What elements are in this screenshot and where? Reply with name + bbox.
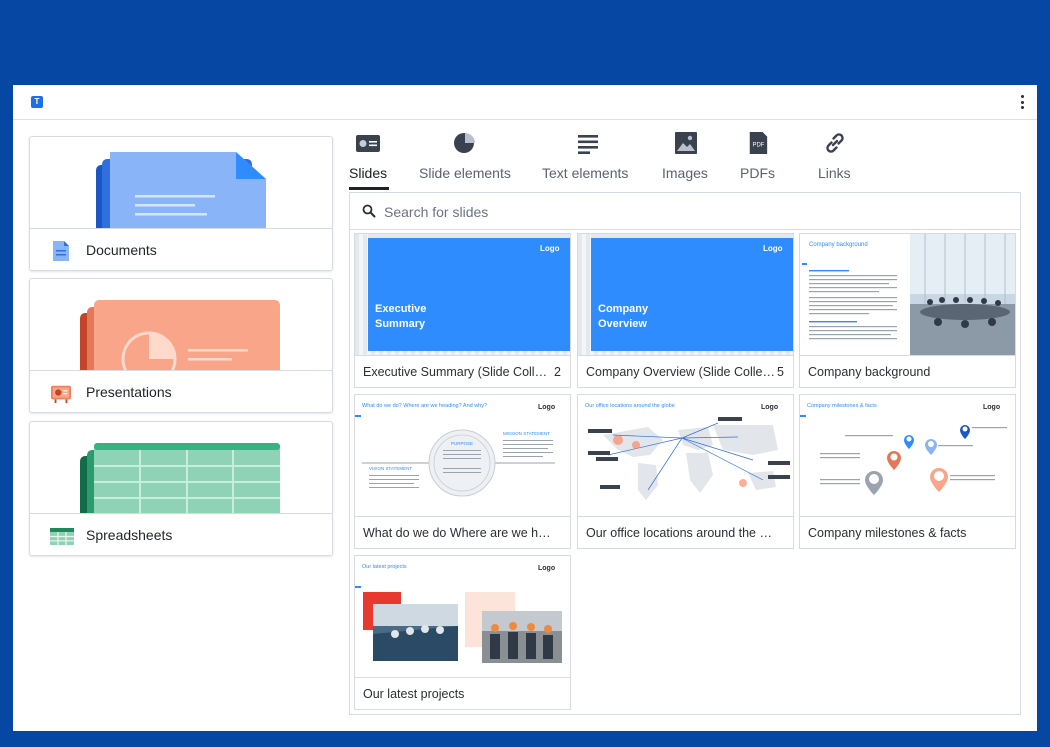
search-input[interactable] [384, 201, 984, 223]
presentations-illustration [30, 279, 332, 370]
tab-links[interactable]: Links [818, 129, 854, 191]
pdf-icon: PDF [749, 132, 768, 154]
thumb-title-line1: Executive [375, 303, 426, 315]
category-card-spreadsheets[interactable]: Spreadsheets [29, 421, 333, 556]
slide-tile-latest-projects[interactable]: Our latest projects Logo Our latest proj… [354, 555, 571, 710]
slide-thumbnail: Our office locations around the globe Lo… [578, 395, 793, 516]
search-bar [350, 193, 1020, 230]
thumb-logo: Logo [761, 404, 778, 411]
slide-caption: What do we do Where are we headi... [363, 526, 553, 540]
search-icon [362, 204, 376, 218]
slide-thumbnail: Company background [800, 234, 1015, 355]
slides-content: Logo Executive Summary Executive Summary… [349, 192, 1021, 715]
tab-label: Links [818, 165, 851, 181]
thumb-heading: Our office locations around the globe [585, 403, 675, 409]
slide-tile-office-locations[interactable]: Our office locations around the globe Lo… [577, 394, 794, 549]
tab-slides[interactable]: Slides [349, 129, 389, 191]
thumb-title-line2: Overview [598, 318, 647, 330]
pdf-icon-text: PDF [753, 143, 765, 149]
slide-caption: Executive Summary (Slide Collecti... [363, 365, 553, 379]
category-label: Documents [86, 242, 157, 258]
tab-slide-elements[interactable]: Slide elements [419, 129, 511, 191]
thumb-heading: What do we do? Where are we heading? And… [362, 403, 487, 409]
thumb-logo: Logo [538, 565, 555, 572]
tab-images[interactable]: Images [662, 129, 710, 191]
slide-tile-company-background[interactable]: Company background Company background [799, 233, 1016, 388]
link-icon [826, 133, 844, 153]
category-card-documents[interactable]: Documents [29, 136, 333, 271]
slide-tile-milestones[interactable]: Company milestones & facts Logo Company … [799, 394, 1016, 549]
thumb-right-label: MISSION STATEMENT [503, 431, 550, 436]
thumb-logo: Logo [538, 404, 555, 411]
slide-thumbnail: What do we do? Where are we heading? And… [355, 395, 570, 516]
thumb-logo: Logo [763, 244, 783, 253]
slide-caption: Company Overview (Slide Collecti... [586, 365, 776, 379]
slide-thumbnail: Logo Executive Summary [355, 234, 570, 355]
documents-illustration [30, 137, 332, 228]
spreadsheets-illustration [30, 422, 332, 513]
tab-label: Slide elements [419, 165, 511, 181]
tab-label: Images [662, 165, 708, 181]
text-lines-icon [578, 135, 598, 154]
image-icon [675, 132, 697, 154]
main-panel: T Documents Presentations Spreadsheets S… [13, 85, 1037, 731]
kebab-menu-icon[interactable] [1019, 95, 1025, 109]
slide-count: 5 [777, 365, 784, 379]
presentation-icon [51, 385, 71, 403]
slide-tile-executive-summary[interactable]: Logo Executive Summary Executive Summary… [354, 233, 571, 388]
slide-caption: Company milestones & facts [808, 526, 967, 540]
pie-chart-icon [454, 133, 475, 153]
slide-caption: Company background [808, 365, 931, 379]
spreadsheet-icon [50, 528, 74, 545]
slides-icon [356, 135, 380, 152]
slide-caption: Our latest projects [363, 687, 465, 701]
slide-caption: Our office locations around the globe [586, 526, 776, 540]
tab-label: Text elements [542, 165, 629, 181]
thumb-heading: Company milestones & facts [807, 403, 877, 409]
tab-label: Slides [349, 165, 388, 181]
slide-thumbnail: Logo Company Overview [578, 234, 793, 355]
tab-pdfs[interactable]: PDF PDFs [740, 129, 776, 191]
thumb-logo: Logo [540, 244, 560, 253]
document-icon [53, 241, 69, 261]
category-label: Spreadsheets [86, 527, 173, 543]
thumb-left-label: VISION STATEMENT [369, 466, 412, 471]
thumb-heading: Company background [809, 242, 868, 248]
slide-tile-company-overview[interactable]: Logo Company Overview Company Overview (… [577, 233, 794, 388]
thumb-title-line2: Summary [375, 318, 426, 330]
slide-tile-what-do-we-do[interactable]: What do we do? Where are we heading? And… [354, 394, 571, 549]
slide-count: 2 [554, 365, 561, 379]
slide-thumbnail: Company milestones & facts Logo [800, 395, 1015, 516]
slide-thumbnail: Our latest projects Logo [355, 556, 570, 677]
top-bar: T [13, 85, 1037, 120]
thumb-title-line1: Company [598, 303, 649, 315]
tab-text-elements[interactable]: Text elements [542, 129, 630, 191]
category-card-presentations[interactable]: Presentations [29, 278, 333, 413]
thumb-logo: Logo [983, 404, 1000, 411]
app-logo: T [31, 96, 43, 108]
active-tab-indicator [349, 187, 389, 190]
category-label: Presentations [86, 384, 172, 400]
tab-label: PDFs [740, 165, 775, 181]
thumb-heading: Our latest projects [362, 564, 407, 570]
thumb-center-label: PURPOSE [451, 441, 473, 446]
